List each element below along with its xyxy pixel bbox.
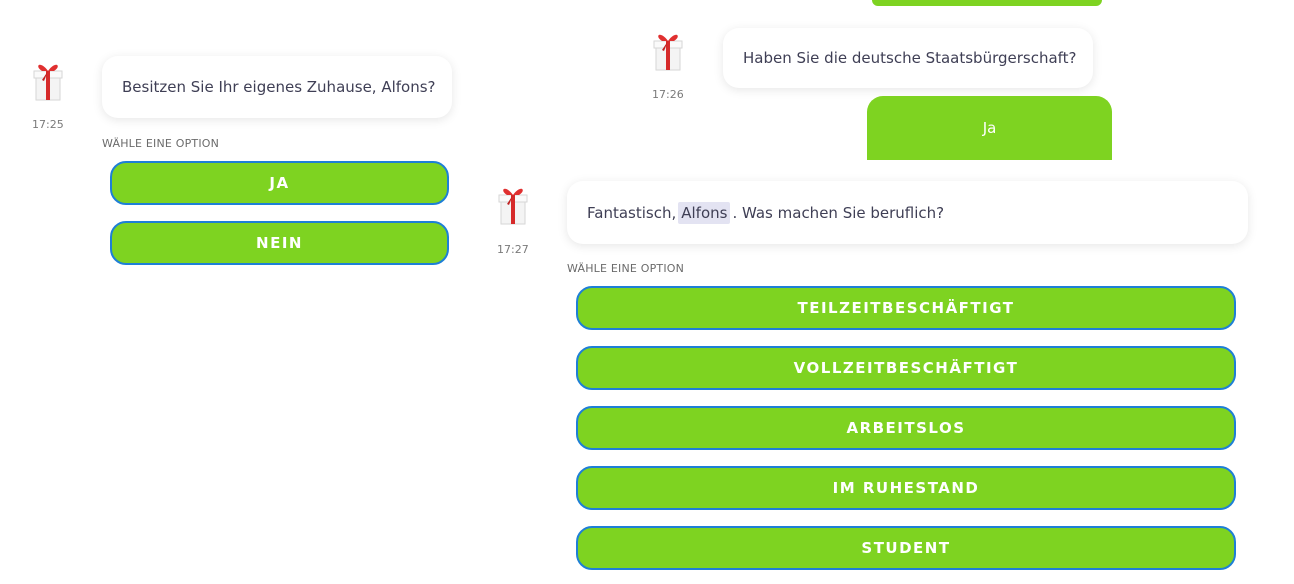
bot-message-text: Besitzen Sie Ihr eigenes Zuhause, Alfons… — [122, 78, 436, 96]
bot-message-bubble: Fantastisch, Alfons . Was machen Sie ber… — [567, 181, 1248, 244]
option-student-label: STUDENT — [861, 539, 951, 557]
option-arbeitslos-label: ARBEITSLOS — [846, 419, 966, 437]
timestamp: 17:25 — [32, 118, 64, 131]
option-student-button[interactable]: STUDENT — [576, 526, 1236, 570]
gift-icon — [28, 56, 68, 104]
option-ja-label: JA — [269, 174, 290, 192]
option-vollzeit-label: VOLLZEITBESCHÄFTIGT — [793, 359, 1019, 377]
highlighted-name: Alfons — [678, 201, 731, 224]
option-teilzeit-label: TEILZEITBESCHÄFTIGT — [797, 299, 1015, 317]
user-reply-text: Ja — [982, 119, 997, 137]
bot-message-bubble: Haben Sie die deutsche Staatsbürgerschaf… — [723, 28, 1093, 88]
bot-message-prefix: Fantastisch, — [587, 203, 677, 222]
option-ruhestand-button[interactable]: IM RUHESTAND — [576, 466, 1236, 510]
gift-icon — [493, 180, 533, 228]
option-label: WÄHLE EINE OPTION — [102, 137, 220, 150]
option-label: WÄHLE EINE OPTION — [567, 262, 685, 275]
bot-message-text: Haben Sie die deutsche Staatsbürgerschaf… — [743, 49, 1077, 67]
gift-icon — [648, 26, 688, 74]
user-reply-bubble-cutoff — [872, 0, 1102, 6]
option-nein-button[interactable]: NEIN — [110, 221, 449, 265]
timestamp: 17:26 — [652, 88, 684, 101]
option-ruhestand-label: IM RUHESTAND — [832, 479, 980, 497]
bot-message-suffix: . Was machen Sie beruflich? — [732, 203, 945, 222]
user-reply-bubble: Ja — [867, 96, 1112, 160]
option-vollzeit-button[interactable]: VOLLZEITBESCHÄFTIGT — [576, 346, 1236, 390]
option-nein-label: NEIN — [256, 234, 303, 252]
option-ja-button[interactable]: JA — [110, 161, 449, 205]
option-teilzeit-button[interactable]: TEILZEITBESCHÄFTIGT — [576, 286, 1236, 330]
timestamp: 17:27 — [497, 243, 529, 256]
bot-message-bubble: Besitzen Sie Ihr eigenes Zuhause, Alfons… — [102, 56, 452, 118]
option-arbeitslos-button[interactable]: ARBEITSLOS — [576, 406, 1236, 450]
